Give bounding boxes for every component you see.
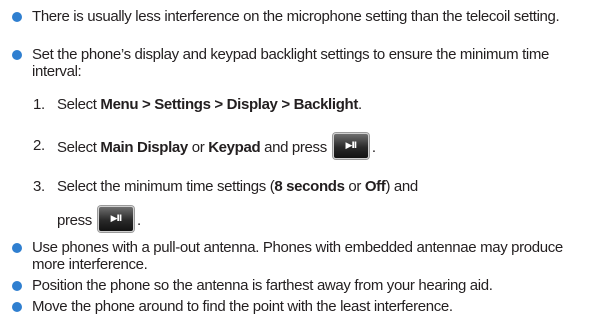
bullet-icon: [12, 12, 22, 22]
bullet-icon: [12, 50, 22, 60]
step-number: 3.: [33, 178, 45, 195]
step-text: Select Menu > Settings > Display > Backl…: [57, 96, 362, 113]
bullet-text: Move the phone around to find the point …: [32, 298, 453, 315]
bullet-icon: [12, 302, 22, 312]
step-number: 1.: [33, 96, 45, 113]
step-text: Select Main Display or Keypad and press ▶…: [57, 133, 376, 159]
bullet-text: Use phones with a pull-out antenna. Phon…: [32, 239, 563, 273]
step-text: Select the minimum time settings (8 seco…: [57, 178, 418, 195]
manual-page: There is usually less interference on th…: [0, 0, 598, 325]
step-number: 2.: [33, 137, 45, 154]
step-text: press ▶II.: [57, 206, 141, 232]
bullet-icon: [12, 281, 22, 291]
bullet-text: There is usually less interference on th…: [32, 8, 560, 25]
bullet-text: Set the phone’s display and keypad backl…: [32, 46, 550, 80]
bullet-text: Position the phone so the antenna is far…: [32, 277, 493, 294]
play-pause-key-icon: ▶II: [332, 133, 369, 159]
play-pause-key-icon: ▶II: [97, 206, 134, 232]
bullet-icon: [12, 243, 22, 253]
